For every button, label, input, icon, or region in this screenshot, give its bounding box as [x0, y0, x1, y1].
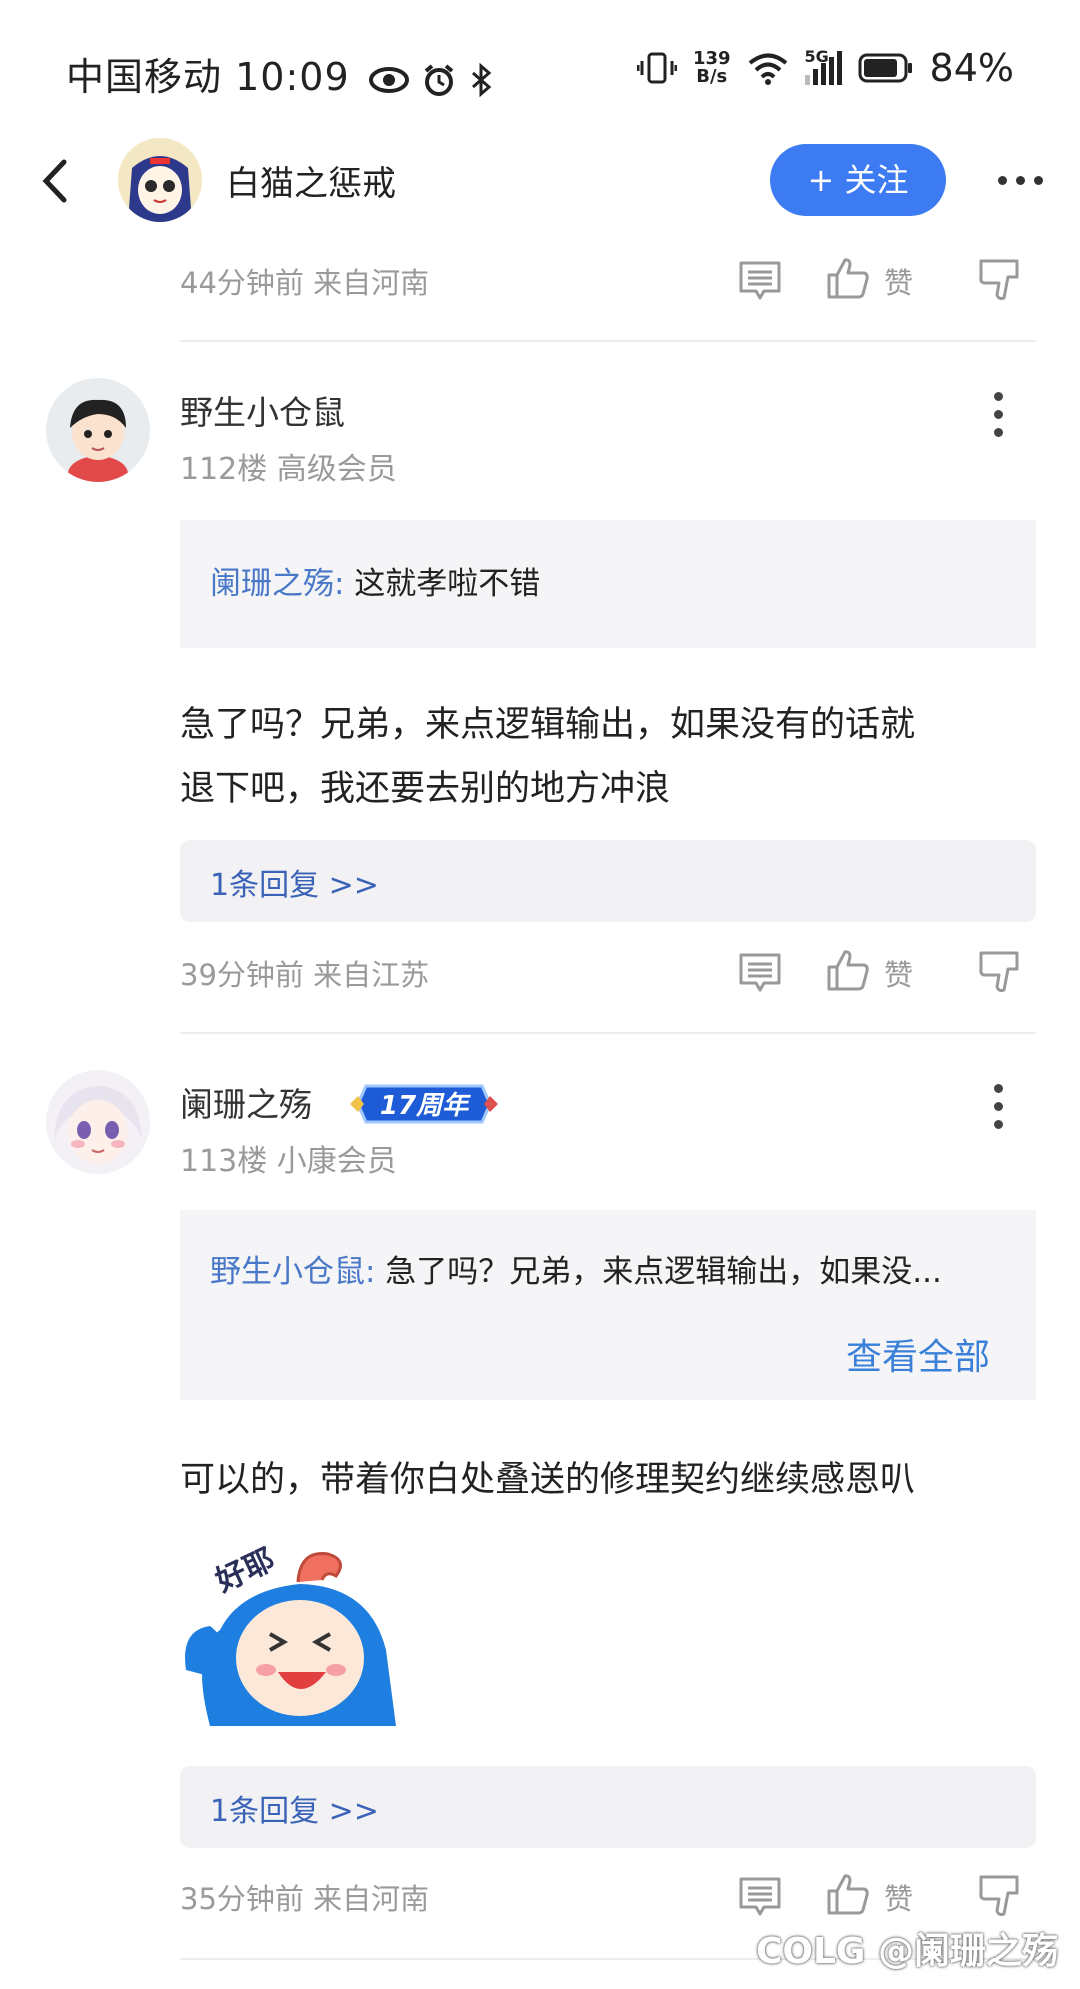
floor-level: 112楼 高级会员: [180, 452, 397, 487]
quote-text: 急了吗？兄弟，来点逻辑输出，如果没...: [375, 1254, 942, 1290]
comment-content: 急了吗？兄弟，来点逻辑输出，如果没有的话就 退下吧，我还要去别的地方冲浪: [180, 693, 1050, 821]
quote-author[interactable]: 野生小仓鼠:: [210, 1254, 375, 1290]
dislike-icon[interactable]: [978, 950, 1020, 994]
like-label[interactable]: 赞: [884, 260, 913, 302]
like-label[interactable]: 赞: [884, 1876, 913, 1918]
header-username[interactable]: 白猫之惩戒: [226, 156, 396, 205]
battery-icon: [858, 53, 912, 83]
comment-meta-previous: 44分钟前 来自河南: [180, 266, 430, 300]
dislike-icon[interactable]: [978, 1874, 1020, 1918]
avatar[interactable]: [46, 378, 150, 482]
comment-content: 可以的，带着你白处叠送的修理契约继续感恩叭: [180, 1460, 916, 1500]
reply-comment-icon[interactable]: [738, 260, 782, 302]
dislike-icon[interactable]: [978, 258, 1020, 302]
comment-line: 退下吧，我还要去别的地方冲浪: [180, 769, 671, 809]
view-all-link[interactable]: 查看全部: [846, 1328, 990, 1380]
divider: [180, 1032, 1036, 1034]
reply-comment-icon[interactable]: [738, 952, 782, 994]
like-icon[interactable]: [826, 948, 870, 992]
like-label[interactable]: 赞: [884, 952, 913, 994]
comment-more-icon[interactable]: [994, 1084, 1004, 1138]
back-arrow-icon[interactable]: [36, 156, 76, 206]
vibrate-icon: [636, 52, 677, 84]
reply-count-button[interactable]: 1条回复 >>: [180, 1766, 1036, 1848]
avatar[interactable]: [46, 1070, 150, 1174]
reply-count-button[interactable]: 1条回复 >>: [180, 840, 1036, 922]
network-type: 5G: [804, 47, 829, 66]
divider: [180, 340, 1036, 342]
badge-text: 17周年: [380, 1091, 471, 1121]
net-speed-unit: B/s: [696, 66, 728, 87]
comment-line: 急了吗？兄弟，来点逻辑输出，如果没有的话就: [180, 705, 916, 745]
watermark: COLG @阑珊之殇: [755, 1931, 1058, 1972]
quoted-reply[interactable]: 阑珊之殇: 这就孝啦不错: [180, 520, 1036, 648]
quote-author[interactable]: 阑珊之殇:: [210, 566, 344, 602]
alarm-icon: [424, 63, 454, 96]
quote-text: 这就孝啦不错: [344, 566, 541, 602]
comment-meta: 35分钟前 来自河南: [180, 1882, 430, 1916]
follow-button[interactable]: + 关注: [770, 144, 946, 216]
reply-count-label[interactable]: 1条回复 >>: [210, 1786, 379, 1830]
reply-comment-icon[interactable]: [738, 1876, 782, 1918]
comment-meta: 39分钟前 来自江苏: [180, 958, 430, 992]
sticker-image[interactable]: 好耶: [180, 1530, 396, 1726]
like-icon[interactable]: [826, 256, 870, 300]
clock: 10:09: [235, 55, 350, 99]
eye-icon: [368, 66, 409, 93]
comment-username[interactable]: 野生小仓鼠: [180, 386, 345, 434]
battery-percent: 84%: [929, 46, 1014, 90]
comment-more-icon[interactable]: [994, 392, 1004, 446]
wifi-icon: [748, 53, 787, 85]
anniversary-badge: 17周年: [350, 1084, 498, 1124]
top-nav: 白猫之惩戒 + 关注: [0, 130, 1080, 230]
status-icons: 139 B/s 5G 84%: [636, 46, 1014, 90]
reply-count-label[interactable]: 1条回复 >>: [210, 860, 379, 904]
net-speed: 139 B/s: [693, 50, 731, 86]
status-bar: 中国移动 10:09 139 B/s 5G 84%: [0, 38, 1080, 101]
carrier-label: 中国移动: [66, 55, 223, 99]
signal: 5G: [804, 47, 842, 85]
more-options-icon[interactable]: [998, 170, 1052, 189]
header-avatar[interactable]: [118, 138, 202, 222]
floor-level: 113楼 小康会员: [180, 1144, 397, 1179]
bluetooth-icon: [471, 62, 492, 97]
like-icon[interactable]: [826, 1872, 870, 1916]
comment-username[interactable]: 阑珊之殇: [180, 1078, 312, 1126]
carrier-time: 中国移动 10:09: [66, 46, 493, 101]
